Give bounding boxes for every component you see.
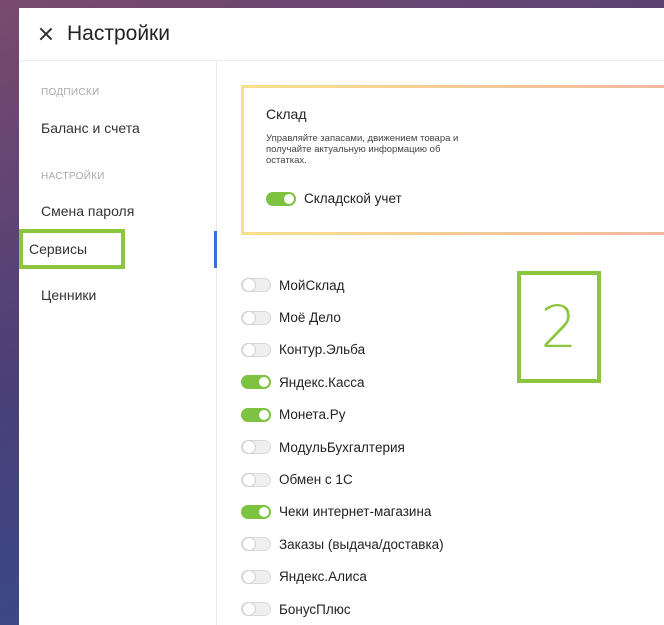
- warehouse-card-title: Склад: [266, 106, 307, 122]
- service-toggle[interactable]: [241, 310, 271, 325]
- service-row: Заказы (выдача/доставка): [241, 528, 444, 560]
- service-row: Яндекс.Алиса: [241, 561, 444, 593]
- warehouse-card-description: Управляйте запасами, движением товара и …: [266, 133, 459, 166]
- service-label: Яндекс.Алиса: [279, 569, 367, 585]
- sidebar-item-change-password[interactable]: Смена пароля: [41, 203, 134, 219]
- service-label: Чеки интернет-магазина: [279, 504, 432, 520]
- service-toggle[interactable]: [241, 440, 271, 455]
- service-row: МодульБухгалтерия: [241, 431, 444, 463]
- service-label: МодульБухгалтерия: [279, 439, 405, 455]
- service-label: Контур.Эльба: [279, 342, 366, 358]
- service-row: Обмен с 1С: [241, 463, 444, 495]
- service-toggle[interactable]: [241, 569, 271, 584]
- step-number-annotation: 2: [517, 271, 601, 383]
- service-list: МойСклад Моё Дело Контур.Эльба Яндекс.Касса…: [241, 269, 444, 625]
- section-label-subscriptions: ПОДПИСКИ: [41, 87, 100, 98]
- services-panel: Склад Управляйте запасами, движением тов…: [217, 61, 664, 625]
- service-toggle[interactable]: [241, 472, 271, 487]
- service-toggle[interactable]: [241, 375, 271, 390]
- service-label: Монета.Ру: [279, 407, 346, 423]
- service-row: Монета.Ру: [241, 399, 444, 431]
- sidebar-item-balance[interactable]: Баланс и счета: [41, 120, 140, 136]
- warehouse-accounting-toggle[interactable]: [266, 191, 296, 206]
- service-label: МойСклад: [279, 277, 345, 293]
- settings-header: Настройки: [19, 8, 664, 61]
- service-label: Яндекс.Касса: [279, 374, 365, 390]
- service-row: БонусПлюс: [241, 593, 444, 625]
- service-row: МойСклад: [241, 269, 444, 301]
- service-row: Контур.Эльба: [241, 334, 444, 366]
- service-toggle[interactable]: [241, 342, 271, 357]
- service-toggle[interactable]: [241, 602, 271, 617]
- section-label-settings: НАСТРОЙКИ: [41, 171, 105, 182]
- warehouse-card: Склад Управляйте запасами, движением тов…: [241, 85, 664, 235]
- warehouse-toggle-label: Складской учет: [304, 191, 402, 206]
- service-label: БонусПлюс: [279, 601, 351, 617]
- service-label: Моё Дело: [279, 310, 341, 326]
- service-toggle[interactable]: [241, 537, 271, 552]
- service-label: Обмен с 1С: [279, 472, 353, 488]
- service-row: Моё Дело: [241, 301, 444, 333]
- warehouse-toggle-row: Складской учет: [266, 191, 402, 206]
- settings-window: Настройки ПОДПИСКИ Баланс и счета НАСТРО…: [19, 8, 664, 625]
- service-toggle[interactable]: [241, 504, 271, 519]
- sidebar-item-services[interactable]: Сервисы: [19, 229, 125, 269]
- service-toggle[interactable]: [241, 407, 271, 422]
- service-toggle[interactable]: [241, 278, 271, 293]
- sidebar-item-services-label: Сервисы: [29, 241, 88, 257]
- close-icon[interactable]: [37, 25, 55, 43]
- service-row: Чеки интернет-магазина: [241, 496, 444, 528]
- sidebar-item-price-tags[interactable]: Ценники: [41, 287, 96, 303]
- service-row: Яндекс.Касса: [241, 366, 444, 398]
- settings-sidebar: ПОДПИСКИ Баланс и счета НАСТРОЙКИ Смена …: [19, 61, 217, 625]
- page-title: Настройки: [67, 22, 170, 45]
- service-label: Заказы (выдача/доставка): [279, 536, 444, 552]
